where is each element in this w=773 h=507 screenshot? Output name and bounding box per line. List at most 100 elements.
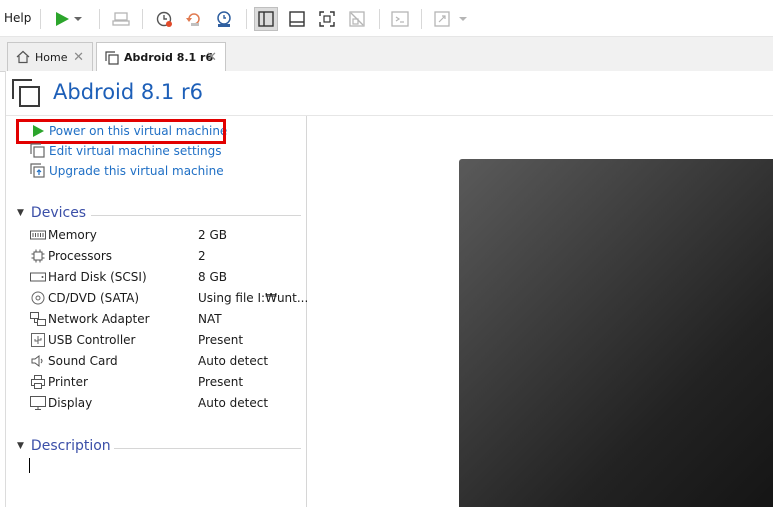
collapse-caret-icon: ▼: [17, 441, 24, 451]
hard-disk-icon: [30, 269, 46, 285]
toolbar-separator: [99, 9, 100, 29]
upgrade-icon: [30, 163, 45, 178]
device-value: 2 GB: [198, 228, 227, 242]
vm-screen-preview[interactable]: [459, 159, 773, 507]
device-name: Printer: [48, 375, 88, 389]
vm-details-pane: Power on this virtual machine Edit virtu…: [6, 116, 308, 507]
toolbar-separator: [40, 9, 41, 29]
device-row-cd-dvd[interactable]: CD/DVD (SATA) Using file I:₩unt...: [30, 288, 308, 308]
description-section-header[interactable]: ▼ Description: [17, 438, 111, 454]
snapshot-manager-icon: [217, 11, 231, 27]
home-icon: [16, 50, 30, 64]
stretch-guest-button[interactable]: [430, 7, 454, 31]
upgrade-label: Upgrade this virtual machine: [49, 164, 224, 178]
display-icon: [30, 395, 46, 411]
device-name: Sound Card: [48, 354, 118, 368]
vm-icon: [105, 50, 119, 65]
device-value: Using file I:₩unt...: [198, 291, 309, 305]
console-view-button[interactable]: [388, 7, 412, 31]
thumbnail-layout-icon: [289, 11, 305, 27]
device-row-usb-controller[interactable]: USB Controller Present: [30, 330, 302, 350]
page-title: Abdroid 8.1 r6: [53, 80, 203, 104]
sidebar-layout-icon: [258, 11, 274, 27]
collapse-caret-icon: ▼: [17, 208, 24, 218]
network-adapter-icon: [30, 311, 46, 327]
send-ctrl-alt-del-button[interactable]: [109, 7, 133, 31]
settings-icon: [30, 143, 45, 158]
tab-home[interactable]: Home ✕: [7, 42, 93, 71]
highlight-box: [16, 119, 226, 144]
section-divider: [114, 448, 301, 449]
device-row-printer[interactable]: Printer Present: [30, 372, 302, 392]
device-name: CD/DVD (SATA): [48, 291, 140, 305]
edit-settings-label: Edit virtual machine settings: [49, 144, 222, 158]
printer-icon: [30, 374, 46, 390]
sound-card-icon: [30, 353, 46, 369]
close-icon[interactable]: ✕: [73, 50, 84, 65]
memory-icon: [30, 227, 46, 243]
device-name: Display: [48, 396, 93, 410]
device-name: Memory: [48, 228, 97, 242]
processor-icon: [30, 248, 46, 264]
description-text-cursor[interactable]: [29, 458, 30, 473]
close-icon[interactable]: ✕: [206, 50, 217, 65]
device-row-display[interactable]: Display Auto detect: [30, 393, 302, 413]
device-value: 8 GB: [198, 270, 227, 284]
snapshot-clock-icon: [156, 11, 172, 27]
device-value: Present: [198, 333, 244, 347]
tab-vm[interactable]: Abdroid 8.1 r6 ✕: [96, 42, 226, 72]
device-name: Network Adapter: [48, 312, 150, 326]
vm-preview-pane: [307, 116, 773, 507]
device-name: USB Controller: [48, 333, 136, 347]
toolbar-separator: [379, 9, 380, 29]
tab-home-label: Home: [35, 50, 68, 64]
edit-settings-link[interactable]: Edit virtual machine settings: [30, 142, 221, 160]
unity-button[interactable]: [345, 7, 369, 31]
device-name: Hard Disk (SCSI): [48, 270, 147, 284]
stretch-icon: [434, 11, 450, 27]
device-value: 2: [198, 249, 206, 263]
toolbar-separator: [142, 9, 143, 29]
revert-snapshot-icon: [186, 13, 200, 26]
keyboard-send-icon: [112, 12, 130, 26]
chevron-down-icon: [459, 17, 467, 21]
snapshot-manager-button[interactable]: [212, 7, 236, 31]
devices-section-header[interactable]: ▼ Devices: [17, 205, 86, 221]
virtual-machine-icon: [12, 79, 40, 107]
toolbar: Help: [0, 0, 773, 37]
device-value: Auto detect: [198, 396, 269, 410]
device-value: Present: [198, 375, 244, 389]
full-screen-icon: [319, 11, 335, 27]
cd-dvd-icon: [30, 290, 46, 306]
section-divider: [91, 215, 301, 216]
device-row-network-adapter[interactable]: Network Adapter NAT: [30, 309, 302, 329]
play-icon: [56, 12, 69, 26]
tab-bar: Home ✕ Abdroid 8.1 r6 ✕: [0, 37, 773, 72]
vm-title-row: Abdroid 8.1 r6: [6, 71, 773, 116]
unity-icon: [349, 11, 365, 27]
tab-vm-label: Abdroid 8.1 r6: [124, 51, 214, 64]
show-library-button[interactable]: [254, 7, 278, 31]
menu-help[interactable]: Help: [4, 11, 31, 25]
toolbar-separator: [421, 9, 422, 29]
device-row-processors[interactable]: Processors 2: [30, 246, 302, 266]
devices-heading: Devices: [30, 205, 87, 221]
console-icon: [391, 11, 409, 27]
description-heading: Description: [30, 438, 111, 454]
revert-snapshot-button[interactable]: [182, 7, 206, 31]
usb-controller-icon: [30, 332, 46, 348]
chevron-down-icon: [74, 17, 82, 21]
device-name: Processors: [48, 249, 113, 263]
device-value: NAT: [198, 312, 222, 326]
snapshot-button[interactable]: [152, 7, 176, 31]
full-screen-button[interactable]: [315, 7, 339, 31]
power-dropdown-button[interactable]: [71, 7, 85, 31]
vm-summary-page: Abdroid 8.1 r6 Power on this virtual mac…: [5, 71, 773, 507]
device-value: Auto detect: [198, 354, 269, 368]
upgrade-link[interactable]: Upgrade this virtual machine: [30, 162, 224, 180]
stretch-dropdown-button[interactable]: [456, 7, 470, 31]
device-row-memory[interactable]: Memory 2 GB: [30, 225, 302, 245]
device-row-hard-disk[interactable]: Hard Disk (SCSI) 8 GB: [30, 267, 302, 287]
show-thumbnail-bar-button[interactable]: [285, 7, 309, 31]
device-row-sound-card[interactable]: Sound Card Auto detect: [30, 351, 302, 371]
